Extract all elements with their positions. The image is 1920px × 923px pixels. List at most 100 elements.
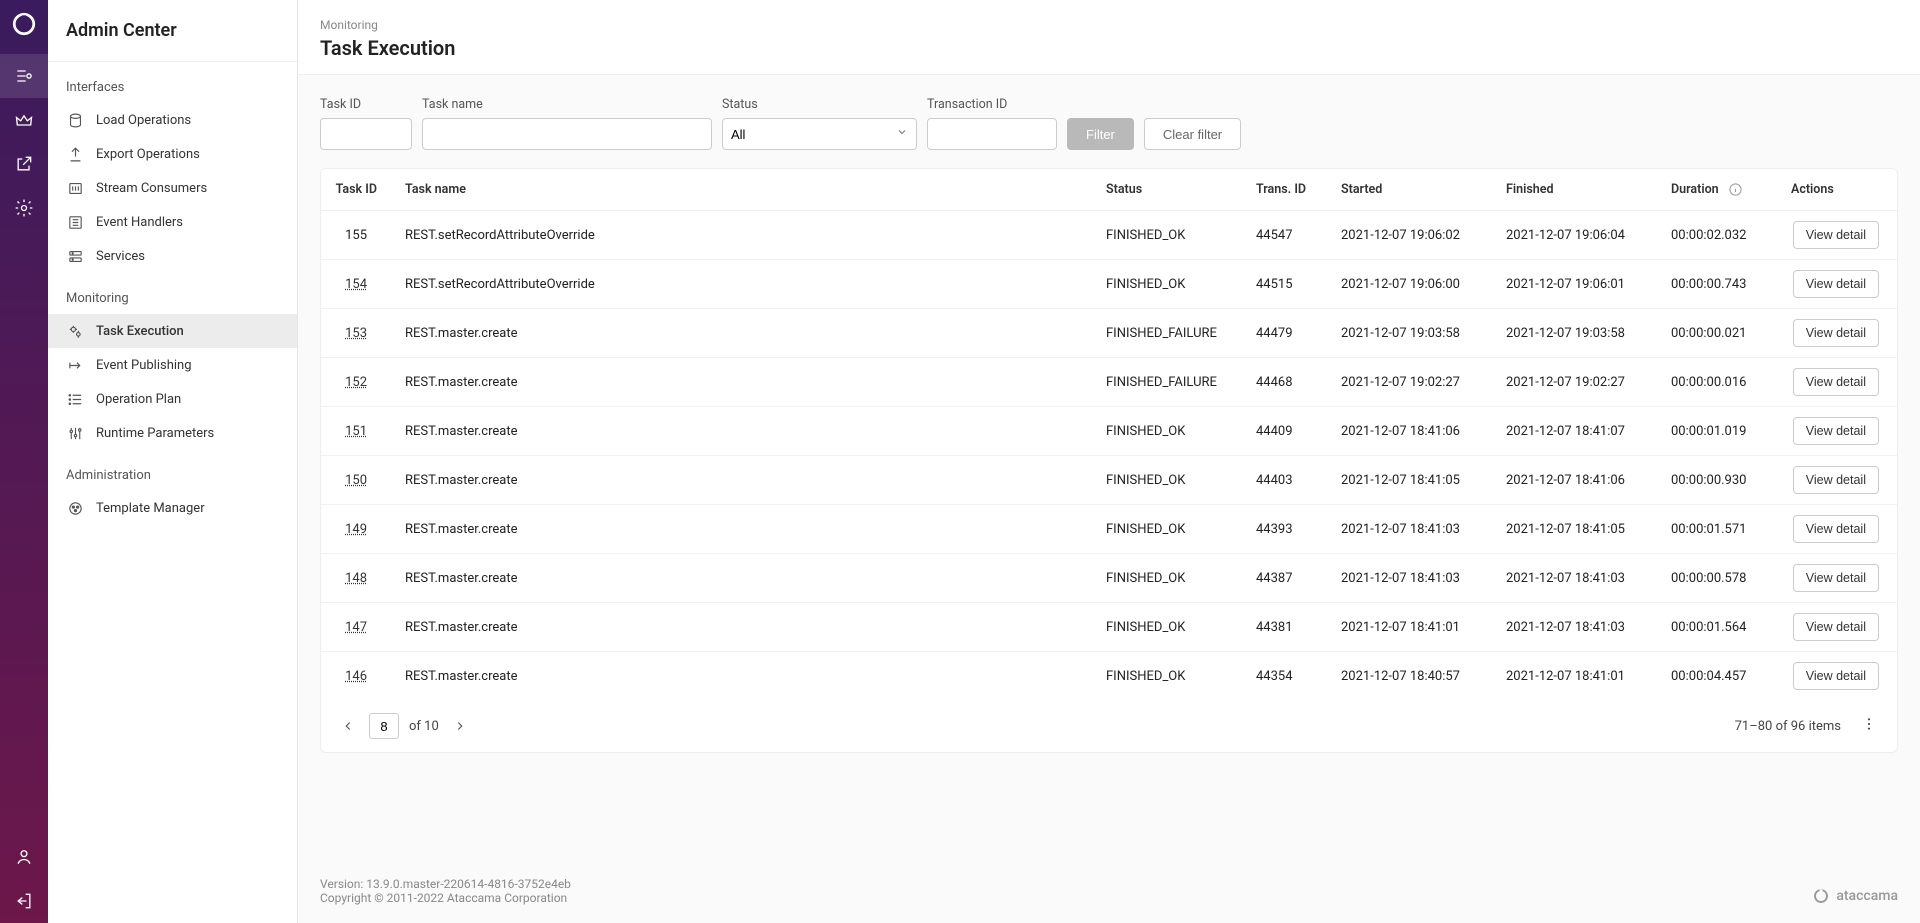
task-id-cell[interactable]: 147 bbox=[345, 620, 367, 635]
sidebar-item-export-operations[interactable]: Export Operations bbox=[48, 137, 297, 171]
th-duration: Duration bbox=[1657, 169, 1777, 211]
task-id-cell[interactable]: 152 bbox=[345, 375, 367, 390]
trans-id-cell: 44393 bbox=[1242, 505, 1327, 554]
transaction-id-input[interactable] bbox=[927, 118, 1057, 150]
template-icon bbox=[66, 499, 84, 517]
view-detail-button[interactable]: View detail bbox=[1793, 662, 1879, 690]
task-id-input[interactable] bbox=[320, 118, 412, 150]
started-cell: 2021-12-07 19:06:02 bbox=[1327, 211, 1492, 260]
filter-button[interactable]: Filter bbox=[1067, 118, 1134, 150]
finished-cell: 2021-12-07 18:41:03 bbox=[1492, 554, 1657, 603]
task-id-cell[interactable]: 148 bbox=[345, 571, 367, 586]
th-started: Started bbox=[1327, 169, 1492, 211]
status-cell: FINISHED_FAILURE bbox=[1092, 358, 1242, 407]
view-detail-button[interactable]: View detail bbox=[1793, 613, 1879, 641]
server-icon bbox=[66, 247, 84, 265]
finished-cell: 2021-12-07 18:41:06 bbox=[1492, 456, 1657, 505]
finished-cell: 2021-12-07 18:41:01 bbox=[1492, 652, 1657, 701]
rail-item-user[interactable] bbox=[0, 835, 48, 879]
trans-id-cell: 44354 bbox=[1242, 652, 1327, 701]
task-id-cell[interactable]: 154 bbox=[345, 277, 367, 292]
status-cell: FINISHED_OK bbox=[1092, 603, 1242, 652]
sidebar-item-operation-plan[interactable]: Operation Plan bbox=[48, 382, 297, 416]
status-cell: FINISHED_OK bbox=[1092, 456, 1242, 505]
section-administration-title: Administration bbox=[48, 450, 297, 491]
duration-cell: 00:00:00.016 bbox=[1657, 358, 1777, 407]
filter-task-id-label: Task ID bbox=[320, 97, 412, 112]
rail-item-settings[interactable] bbox=[0, 186, 48, 230]
sidebar-item-task-execution[interactable]: Task Execution bbox=[48, 314, 297, 348]
task-id-cell[interactable]: 151 bbox=[345, 424, 367, 439]
view-detail-button[interactable]: View detail bbox=[1793, 515, 1879, 543]
view-detail-button[interactable]: View detail bbox=[1793, 368, 1879, 396]
status-cell: FINISHED_OK bbox=[1092, 407, 1242, 456]
finished-cell: 2021-12-07 19:06:01 bbox=[1492, 260, 1657, 309]
status-select[interactable]: All bbox=[722, 118, 917, 150]
sidebar-item-services[interactable]: Services bbox=[48, 239, 297, 273]
started-cell: 2021-12-07 18:41:03 bbox=[1327, 505, 1492, 554]
sidebar-item-label: Template Manager bbox=[96, 501, 205, 516]
page-header: Monitoring Task Execution bbox=[298, 0, 1920, 75]
task-id-cell[interactable]: 146 bbox=[345, 669, 367, 684]
sidebar-item-template-manager[interactable]: Template Manager bbox=[48, 491, 297, 525]
page-prev-button[interactable] bbox=[337, 715, 359, 737]
finished-cell: 2021-12-07 19:06:04 bbox=[1492, 211, 1657, 260]
finished-cell: 2021-12-07 18:41:03 bbox=[1492, 603, 1657, 652]
th-finished: Finished bbox=[1492, 169, 1657, 211]
sidebar-item-label: Event Publishing bbox=[96, 358, 192, 373]
duration-cell: 00:00:01.571 bbox=[1657, 505, 1777, 554]
started-cell: 2021-12-07 18:41:01 bbox=[1327, 603, 1492, 652]
footer: Version: 13.9.0.master-220614-4816-3752e… bbox=[298, 859, 1920, 923]
duration-cell: 00:00:00.021 bbox=[1657, 309, 1777, 358]
duration-cell: 00:00:00.743 bbox=[1657, 260, 1777, 309]
view-detail-button[interactable]: View detail bbox=[1793, 466, 1879, 494]
task-name-cell: REST.master.create bbox=[391, 456, 1092, 505]
started-cell: 2021-12-07 19:03:58 bbox=[1327, 309, 1492, 358]
table-row: 147REST.master.createFINISHED_OK44381202… bbox=[321, 603, 1897, 652]
started-cell: 2021-12-07 18:41:06 bbox=[1327, 407, 1492, 456]
table-row: 149REST.master.createFINISHED_OK44393202… bbox=[321, 505, 1897, 554]
table-row: 155REST.setRecordAttributeOverrideFINISH… bbox=[321, 211, 1897, 260]
status-cell: FINISHED_OK bbox=[1092, 554, 1242, 603]
page-next-button[interactable] bbox=[449, 715, 471, 737]
table-row: 148REST.master.createFINISHED_OK44387202… bbox=[321, 554, 1897, 603]
duration-cell: 00:00:00.930 bbox=[1657, 456, 1777, 505]
sidebar-item-label: Runtime Parameters bbox=[96, 426, 214, 441]
task-id-cell[interactable]: 150 bbox=[345, 473, 367, 488]
view-detail-button[interactable]: View detail bbox=[1793, 564, 1879, 592]
section-interfaces-title: Interfaces bbox=[48, 62, 297, 103]
table-row: 152REST.master.createFINISHED_FAILURE444… bbox=[321, 358, 1897, 407]
trans-id-cell: 44515 bbox=[1242, 260, 1327, 309]
table-row: 154REST.setRecordAttributeOverrideFINISH… bbox=[321, 260, 1897, 309]
page-options-menu[interactable] bbox=[1857, 712, 1881, 740]
sidebar-item-load-operations[interactable]: Load Operations bbox=[48, 103, 297, 137]
info-icon[interactable] bbox=[1728, 182, 1743, 197]
rail-item-config[interactable] bbox=[0, 54, 48, 98]
view-detail-button[interactable]: View detail bbox=[1793, 319, 1879, 347]
sidebar-item-runtime-parameters[interactable]: Runtime Parameters bbox=[48, 416, 297, 450]
task-name-cell: REST.master.create bbox=[391, 603, 1092, 652]
page-range-label: 71–80 of 96 items bbox=[1735, 719, 1841, 734]
th-task-name: Task name bbox=[391, 169, 1092, 211]
trans-id-cell: 44387 bbox=[1242, 554, 1327, 603]
sidebar-item-stream-consumers[interactable]: Stream Consumers bbox=[48, 171, 297, 205]
table-row: 151REST.master.createFINISHED_OK44409202… bbox=[321, 407, 1897, 456]
filter-transaction-id-label: Transaction ID bbox=[927, 97, 1057, 112]
sidebar-item-label: Operation Plan bbox=[96, 392, 181, 407]
sidebar-item-label: Services bbox=[96, 249, 145, 264]
clear-filter-button[interactable]: Clear filter bbox=[1144, 118, 1241, 150]
sidebar-item-label: Event Handlers bbox=[96, 215, 183, 230]
rail-item-external[interactable] bbox=[0, 142, 48, 186]
view-detail-button[interactable]: View detail bbox=[1793, 270, 1879, 298]
task-name-input[interactable] bbox=[422, 118, 712, 150]
task-id-cell[interactable]: 149 bbox=[345, 522, 367, 537]
view-detail-button[interactable]: View detail bbox=[1793, 221, 1879, 249]
view-detail-button[interactable]: View detail bbox=[1793, 417, 1879, 445]
sidebar-item-event-publishing[interactable]: Event Publishing bbox=[48, 348, 297, 382]
task-id-cell[interactable]: 153 bbox=[345, 326, 367, 341]
rail-item-crown[interactable] bbox=[0, 98, 48, 142]
page-input[interactable] bbox=[369, 713, 399, 739]
cogs-icon bbox=[66, 322, 84, 340]
sidebar-item-event-handlers[interactable]: Event Handlers bbox=[48, 205, 297, 239]
rail-item-logout[interactable] bbox=[0, 879, 48, 923]
